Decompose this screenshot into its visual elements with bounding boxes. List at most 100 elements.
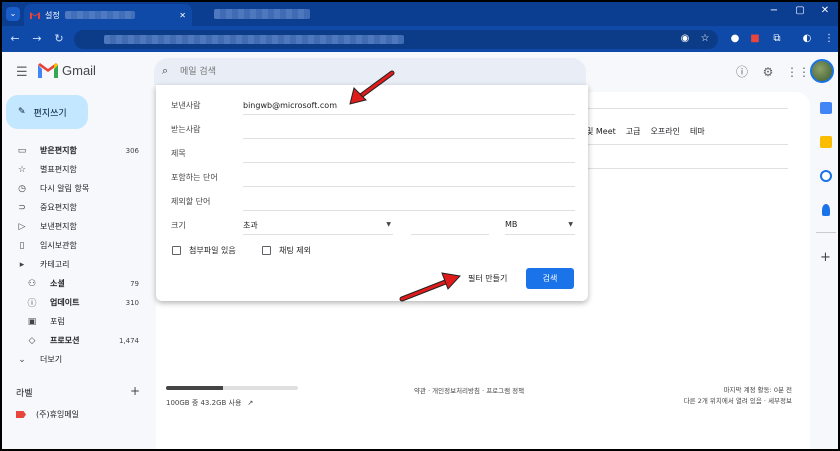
size-unit-value: MB xyxy=(505,220,518,229)
account-activity: 마지막 계정 활동: 0분 전 다른 2개 위치에서 열려 있음 · 세부정보 xyxy=(684,385,792,407)
sidebar-item[interactable]: ⌄ 더보기 xyxy=(2,350,150,369)
no-words-label: 제외할 단어 xyxy=(171,197,211,206)
tab-chat-meet[interactable]: 및 Meet xyxy=(586,126,616,137)
tab-offline[interactable]: 오프라인 xyxy=(651,126,680,137)
forum-icon: ▣ xyxy=(27,316,37,327)
reload-icon[interactable]: ↻ xyxy=(52,32,66,45)
calendar-icon[interactable] xyxy=(820,102,832,114)
adblock-icon[interactable]: ■ xyxy=(748,32,762,46)
label-tag-icon xyxy=(16,411,26,418)
size-operator-select[interactable]: 초과 ▼ xyxy=(243,217,393,235)
footer-links[interactable]: 약관 · 개인정보처리방침 · 프로그램 정책 xyxy=(414,385,524,395)
open-in-new-icon[interactable]: ↗ xyxy=(247,399,253,407)
menu-icon[interactable]: ☰ xyxy=(16,65,28,80)
screen: ⌄ 설정 ✕ − ▢ ✕ ← → ↻ ◉ ☆ ● ■ ⧉ ◐ ⋮ ☰ Gmail… xyxy=(2,2,838,449)
maximize-icon[interactable]: ▢ xyxy=(792,5,808,16)
draft-icon: ▯ xyxy=(19,240,25,251)
pencil-icon: ✎ xyxy=(18,107,26,117)
tab-blurred-area xyxy=(214,9,310,19)
sidebar-item-label: 중요편지함 xyxy=(40,203,77,212)
subject-field[interactable] xyxy=(243,145,575,163)
tab-themes[interactable]: 테마 xyxy=(690,126,705,137)
settings-tabs: 및 Meet 고급 오프라인 테마 xyxy=(586,126,705,137)
sidebar-item-label: 업데이트 xyxy=(50,298,80,307)
activity-details-link[interactable]: 다른 2개 위치에서 열려 있음 · 세부정보 xyxy=(684,396,792,407)
compose-button[interactable]: ✎ 편지쓰기 xyxy=(6,95,88,129)
close-tab-icon[interactable]: ✕ xyxy=(179,11,186,20)
size-unit-select[interactable]: MB ▼ xyxy=(505,217,575,235)
label-item[interactable]: (주)휴잉메일 xyxy=(16,409,79,420)
sidebar-item[interactable]: ▣ 포럼 xyxy=(2,312,150,331)
label-name: (주)휴잉메일 xyxy=(36,410,80,419)
keep-icon[interactable] xyxy=(820,136,832,148)
checkbox-icon xyxy=(172,246,181,255)
size-value-field[interactable] xyxy=(411,217,489,235)
add-addon-icon[interactable]: + xyxy=(820,250,831,265)
sidebar-item[interactable]: ▯ 임시보관함 xyxy=(2,236,150,255)
tab-advanced[interactable]: 고급 xyxy=(626,126,641,137)
sidebar-item-count: 79 xyxy=(130,279,139,288)
tasks-icon[interactable] xyxy=(820,170,832,182)
has-words-field[interactable] xyxy=(243,169,575,187)
account-avatar[interactable] xyxy=(810,59,834,83)
eye-icon[interactable]: ◉ xyxy=(678,32,692,46)
browser-tab-bar: ⌄ 설정 ✕ − ▢ ✕ xyxy=(2,2,838,26)
bookmark-star-icon[interactable]: ☆ xyxy=(698,32,712,46)
help-icon[interactable]: ⓘ xyxy=(734,64,750,80)
size-row: 크기 초과 ▼ MB ▼ xyxy=(171,217,575,235)
sidebar-item[interactable]: ▸ 카테고리 xyxy=(2,255,150,274)
exclude-chats-checkbox[interactable]: 채팅 제외 xyxy=(262,245,311,256)
forward-icon[interactable]: → xyxy=(30,32,44,45)
sidebar-item-label: 프로모션 xyxy=(50,336,80,345)
chevron-down-icon: ⌄ xyxy=(18,354,26,365)
people-icon: ⚇ xyxy=(27,278,37,289)
sidebar-item-label: 받은편지함 xyxy=(40,146,77,155)
sidebar-item[interactable]: ◷ 다시 알림 항목 xyxy=(2,179,150,198)
settings-gear-icon[interactable]: ⚙ xyxy=(760,64,776,80)
to-field[interactable] xyxy=(243,121,575,139)
from-field[interactable] xyxy=(243,97,575,115)
more-menu-icon[interactable]: ⋮ xyxy=(822,32,836,46)
add-label-icon[interactable]: + xyxy=(130,384,140,398)
send-icon: ▷ xyxy=(18,221,26,232)
browser-tab[interactable]: 설정 ✕ xyxy=(24,4,192,26)
sidebar-item[interactable]: ☆ 별표편지함 xyxy=(2,160,150,179)
profile-icon[interactable]: ◐ xyxy=(800,32,814,46)
chevron-down-icon[interactable]: ⌄ xyxy=(6,7,20,21)
subject-label: 제목 xyxy=(171,149,186,158)
folder-list: ▭ 받은편지함 306 ☆ 별표편지함 ◷ 다시 알림 항목 ⊃ 중요편지함 ▷ 보낸편지함 ▯ 임시보… xyxy=(2,141,150,369)
sidebar-item[interactable]: ◇ 프로모션 1,474 xyxy=(2,331,150,350)
activity-text: 마지막 계정 활동: 0분 전 xyxy=(723,386,792,394)
sidebar-item[interactable]: ⊃ 중요편지함 xyxy=(2,198,150,217)
sidebar-item[interactable]: ⚇ 소셜 79 xyxy=(2,274,150,293)
sidebar-item[interactable]: ▭ 받은편지함 306 xyxy=(2,141,150,160)
has-attachment-label: 첨부파일 있음 xyxy=(189,246,236,255)
create-filter-link[interactable]: 필터 만들기 xyxy=(468,273,507,284)
search-icon[interactable]: ⌕ xyxy=(162,64,168,78)
size-label: 크기 xyxy=(171,221,186,230)
browser-toolbar: ← → ↻ ◉ ☆ ● ■ ⧉ ◐ ⋮ xyxy=(2,26,838,52)
no-words-field[interactable] xyxy=(243,193,575,211)
back-icon[interactable]: ← xyxy=(8,32,22,45)
sidebar-item-label: 더보기 xyxy=(40,355,63,364)
subject-row: 제목 xyxy=(171,145,575,163)
gmail-logo[interactable]: Gmail xyxy=(38,63,96,78)
sidebar-item[interactable]: ▷ 보낸편지함 xyxy=(2,217,150,236)
minimize-icon[interactable]: − xyxy=(766,5,782,16)
clock-icon: ◷ xyxy=(18,183,26,194)
apps-grid-icon[interactable]: ⋮⋮ xyxy=(786,64,810,80)
search-button[interactable]: 검색 xyxy=(526,268,574,289)
address-bar[interactable]: ◉ ☆ xyxy=(74,30,718,49)
extension-icon[interactable]: ● xyxy=(728,32,742,46)
has-attachment-checkbox[interactable]: 첨부파일 있음 xyxy=(172,245,236,256)
star-icon: ☆ xyxy=(17,164,27,175)
exclude-chats-label: 채팅 제외 xyxy=(279,246,311,255)
sidebar-item-count: 1,474 xyxy=(118,336,139,345)
storage-meter: 100GB 중 43.2GB 사용 ↗ xyxy=(166,386,298,408)
puzzle-icon[interactable]: ⧉ xyxy=(770,32,784,46)
divider xyxy=(578,144,788,145)
contacts-icon[interactable] xyxy=(822,204,830,216)
close-window-icon[interactable]: ✕ xyxy=(817,5,833,16)
sidebar-item[interactable]: ⓘ 업데이트 310 xyxy=(2,293,150,312)
red-arrow-to-sender-icon xyxy=(349,70,395,105)
